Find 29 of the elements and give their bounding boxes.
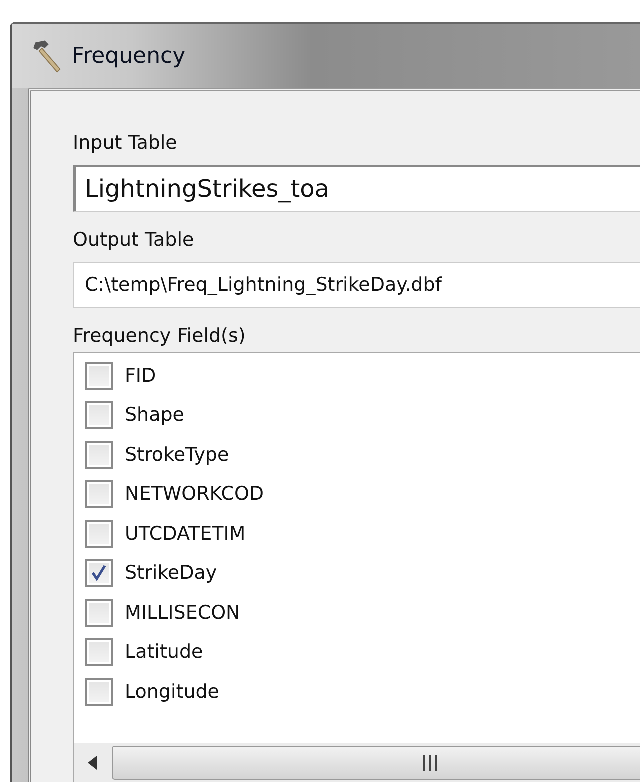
field-label: Frequency Field(s): [73, 324, 246, 349]
field-name[interactable]: StrikeDay: [125, 562, 218, 584]
field-name[interactable]: StrokeType: [125, 444, 230, 466]
checkbox[interactable]: [85, 480, 113, 508]
checkbox[interactable]: [85, 598, 113, 627]
field-name[interactable]: FID: [125, 364, 156, 387]
scroll-thumb[interactable]: [112, 746, 640, 780]
checkbox[interactable]: [85, 440, 113, 469]
field-name[interactable]: Longitude: [125, 680, 220, 703]
checkbox[interactable]: [85, 638, 113, 666]
horizontal-scrollbar[interactable]: [74, 743, 640, 782]
field-name[interactable]: Latitude: [125, 641, 204, 664]
check-icon: [89, 563, 109, 584]
output-table-field[interactable]: C:\temp\Freq_Lightning_StrikeDay.dbf: [73, 262, 640, 308]
grip-icon: [423, 755, 437, 771]
field-name[interactable]: NETWORKCOD: [125, 483, 264, 506]
field-label: Input Table: [73, 131, 178, 156]
checkbox[interactable]: [85, 559, 113, 588]
field-name[interactable]: MILLISECON: [125, 602, 240, 624]
field-name[interactable]: UTCDATETIM: [125, 522, 246, 545]
input-table-field[interactable]: LightningStrikes_toa: [73, 165, 640, 212]
checkbox[interactable]: [85, 401, 113, 430]
checkbox[interactable]: [85, 520, 113, 548]
scroll-left-icon[interactable]: [88, 756, 98, 770]
field-name[interactable]: Shape: [125, 404, 184, 426]
checkbox[interactable]: [85, 678, 113, 706]
checkbox[interactable]: [85, 362, 113, 390]
field-label: Output Table: [73, 228, 194, 253]
window-title: Frequency: [72, 44, 186, 68]
